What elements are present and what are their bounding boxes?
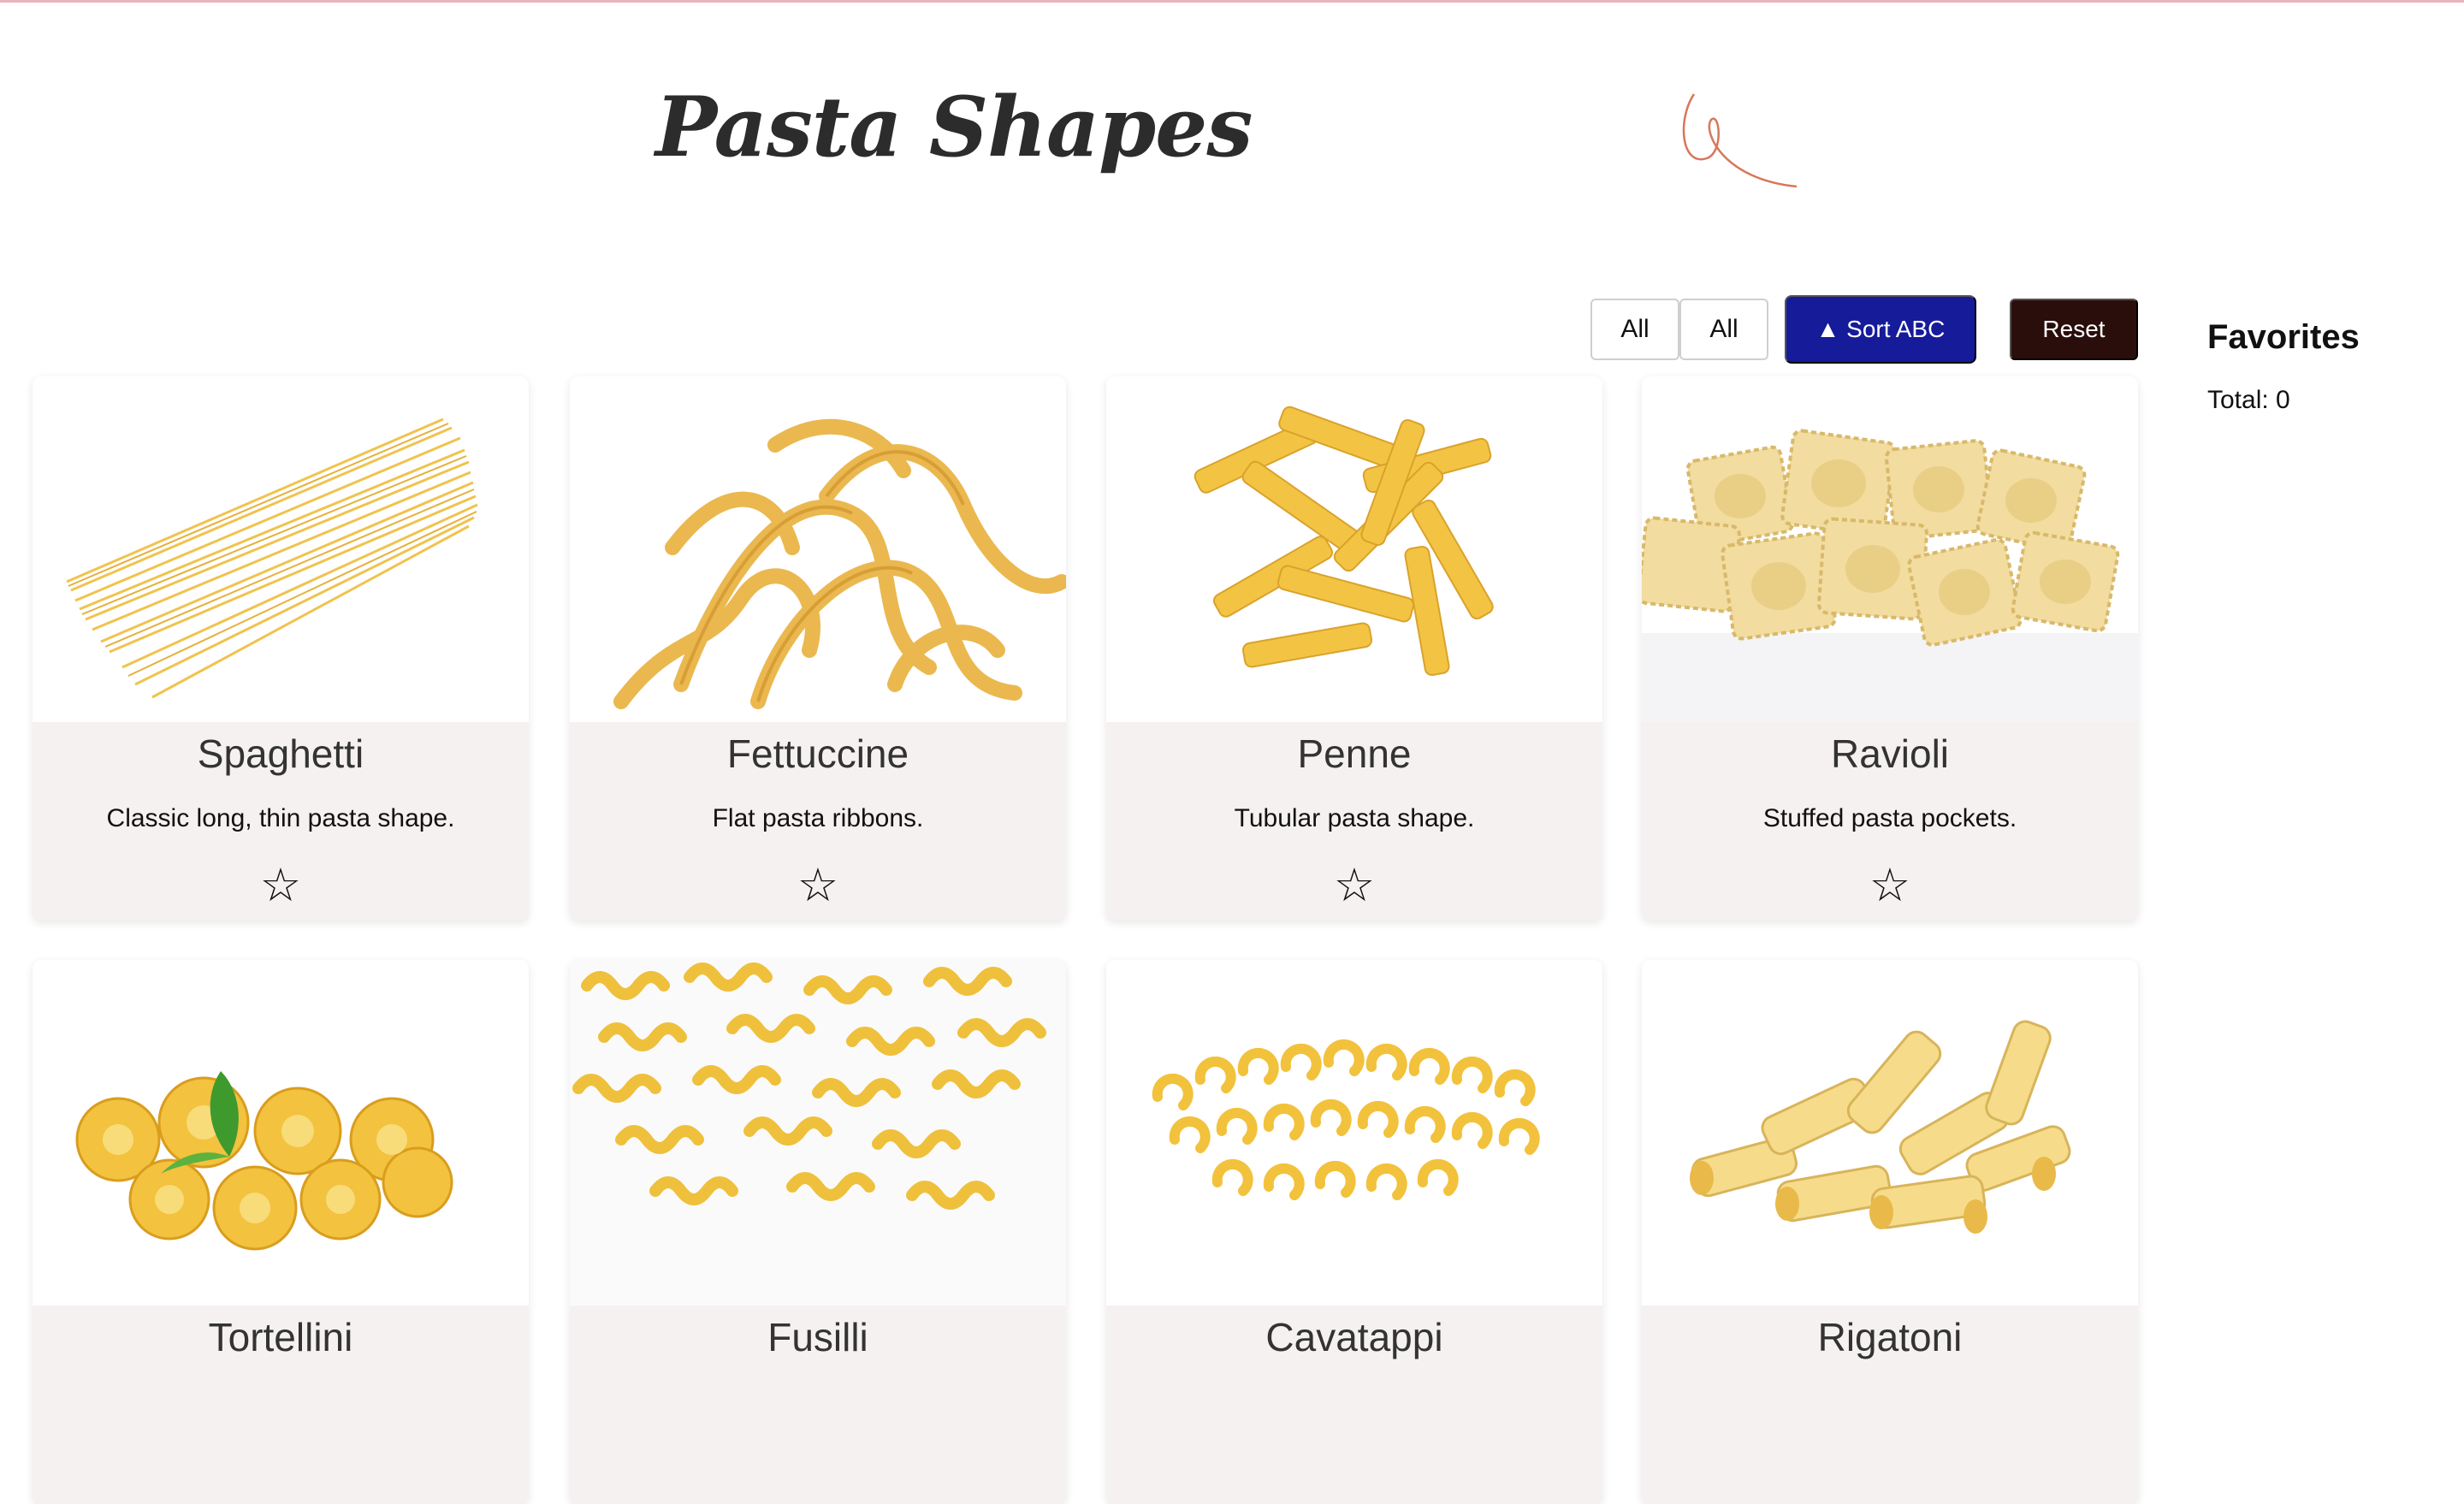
card-title: Cavatappi [1265,1315,1443,1359]
favorite-star-icon[interactable]: ☆ [33,862,529,909]
pasta-card[interactable]: Spaghetti Classic long, thin pasta shape… [33,376,529,921]
favorite-star-icon[interactable]: ☆ [570,862,1066,909]
card-title: Fettuccine [726,731,909,776]
card-title: Spaghetti [197,731,364,776]
card-title: Penne [1297,731,1412,776]
decorative-squiggle [1682,93,1798,188]
rigatoni-image [1642,960,2138,1306]
top-accent-line [0,0,2464,3]
card-description: Classic long, thin pasta shape. [106,804,455,832]
pasta-card[interactable]: Fusilli [570,960,1066,1504]
favorites-title: Favorites [2207,318,2360,356]
filter-all-button-2[interactable]: All [1679,299,1768,360]
pasta-card[interactable]: Cavatappi [1106,960,1602,1504]
card-description: Stuffed pasta pockets. [1762,804,2017,832]
card-description: Flat pasta ribbons. [712,804,924,832]
pasta-card[interactable]: Fettuccine Flat pasta ribbons. ☆ [570,376,1066,921]
card-title: Tortellini [208,1315,353,1359]
card-title: Fusilli [767,1315,868,1359]
card-title: Ravioli [1830,731,1950,776]
spaghetti-image [33,376,529,722]
favorites-panel: Favorites Total: 0 [2207,318,2447,415]
sort-abc-button[interactable]: ▲ Sort ABC [1785,295,1976,364]
pasta-card[interactable]: Tortellini [33,960,529,1504]
favorites-total: Total: 0 [2207,386,2290,414]
fettuccine-image [570,376,1066,722]
favorite-star-icon[interactable]: ☆ [1106,862,1602,909]
pasta-card[interactable]: Penne Tubular pasta shape. ☆ [1106,376,1602,921]
tortellini-image [33,960,529,1306]
fusilli-image [570,960,1066,1306]
reset-button[interactable]: Reset [2010,299,2138,360]
pasta-card[interactable]: Rigatoni [1642,960,2138,1504]
card-description: Tubular pasta shape. [1234,804,1475,832]
ravioli-image [1642,376,2138,722]
page-title: Pasta Shapes [655,79,1253,175]
filter-all-button-1[interactable]: All [1590,299,1679,360]
favorite-star-icon[interactable]: ☆ [1642,862,2138,909]
pasta-card[interactable]: Ravioli Stuffed pasta pockets. ☆ [1642,376,2138,921]
penne-image [1106,376,1602,722]
card-title: Rigatoni [1817,1315,1963,1359]
cavatappi-image [1106,960,1602,1306]
